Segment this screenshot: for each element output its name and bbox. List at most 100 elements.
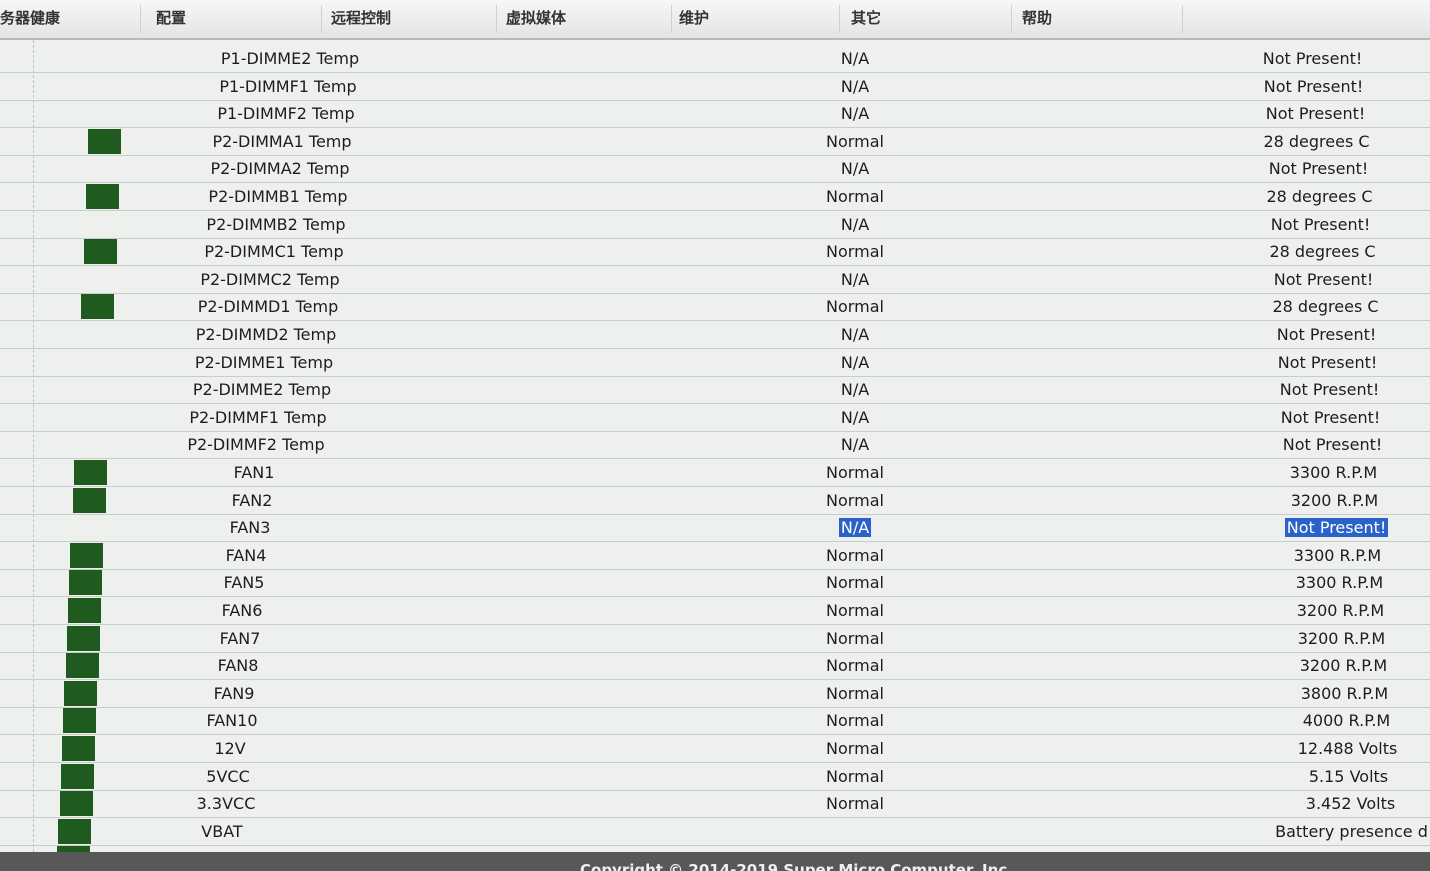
table-row[interactable]: P2-DIMMC2 Temp N/A Not Present! [0,266,1430,294]
sensor-status-text: Normal [826,711,884,731]
table-row[interactable]: FAN1 Normal 3300 R.P.M [0,459,1430,487]
sensor-reading: Not Present! [1208,100,1423,127]
sensor-reading-text: Not Present! [1282,435,1383,455]
health-indicator [67,625,100,651]
health-indicator [63,708,96,734]
sensor-status: N/A [800,404,910,431]
sensor-reading-text: 3200 R.P.M [1296,601,1385,620]
sensor-status-text: N/A [840,214,870,234]
sensor-status-text: Normal [826,601,884,620]
table-row[interactable]: P2-DIMME2 Temp N/A Not Present! [0,376,1430,405]
table-row[interactable]: VBAT Battery presence d [0,818,1430,846]
sensor-status: Normal [800,128,910,155]
menu-server-health[interactable]: 务器健康 [0,5,141,33]
menu-configuration[interactable]: 配置 [150,5,322,33]
sensor-reading-text: Battery presence d [1275,821,1428,841]
sensor-name: FAN8 [217,656,259,676]
sensor-status-text: N/A [840,407,870,427]
table-row[interactable]: P1-DIMMF1 Temp N/A Not Present! [0,73,1430,101]
table-row[interactable]: P2-DIMMB1 Temp Normal 28 degrees C [0,183,1430,211]
sensor-status: N/A [800,73,910,100]
sensor-name: P2-DIMME1 Temp [194,352,334,372]
table-row[interactable]: FAN6 Normal 3200 R.P.M [0,597,1430,625]
table-row[interactable]: FAN7 Normal 3200 R.P.M [0,625,1430,653]
sensor-name: FAN9 [213,683,255,703]
table-row[interactable]: P2-DIMME1 Temp N/A Not Present! [0,349,1430,377]
health-indicator [68,598,101,623]
sensor-name: Vcpu1 [90,845,350,852]
sensor-reading: 3200 R.P.M [1236,652,1430,679]
sensor-name: P2-DIMMB2 Temp [206,214,346,234]
sensor-reading-text: 3200 R.P.M [1290,490,1379,510]
sensor-status: N/A [800,514,910,541]
table-row[interactable]: 12V Normal 12.488 Volts [0,735,1430,763]
sensor-status: Normal [800,569,910,596]
sensor-status-text: N/A [840,352,870,372]
sensor-status: Normal [800,238,910,265]
top-menu-bar: 务器健康 配置 远程控制 虚拟媒体 维护 其它 帮助 [0,0,1430,40]
sensor-status-text: Normal [826,490,884,510]
health-indicator [86,184,119,209]
sensor-reading-text: Not Present! [1273,269,1374,289]
table-row[interactable]: FAN10 Normal 4000 R.P.M [0,707,1430,736]
sensor-status: Normal [800,707,910,734]
sensor-status: Normal [800,597,910,624]
sensor-name: P1-DIMMF1 Temp [219,76,357,96]
sensor-name: P2-DIMMC2 Temp [200,269,340,289]
menu-remote-control[interactable]: 远程控制 [325,5,497,33]
table-row[interactable]: FAN3 N/A Not Present! [0,514,1430,543]
table-row[interactable]: FAN8 Normal 3200 R.P.M [0,652,1430,681]
menu-help[interactable]: 帮助 [1016,5,1183,33]
sensor-reading: Not Present! [1211,155,1426,182]
sensor-reading-text: Not Present! [1280,407,1381,427]
sensor-reading: 3300 R.P.M [1230,542,1430,569]
table-row[interactable]: P2-DIMMA1 Temp Normal 28 degrees C [0,128,1430,156]
table-row[interactable]: FAN9 Normal 3800 R.P.M [0,680,1430,708]
sensor-reading-text: 28 degrees C [1266,187,1373,206]
menu-miscellaneous[interactable]: 其它 [845,5,1012,33]
table-row[interactable]: P2-DIMMC1 Temp Normal 28 degrees C [0,238,1430,267]
table-row[interactable]: P1-DIMMF2 Temp N/A Not Present! [0,100,1430,129]
table-row[interactable]: P2-DIMMF1 Temp N/A Not Present! [0,404,1430,432]
sensor-status [800,818,910,845]
sensor-reading: 4000 R.P.M [1239,707,1430,734]
table-row[interactable]: FAN4 Normal 3300 R.P.M [0,542,1430,570]
sensor-reading: 28 degrees C [1209,128,1424,155]
table-row[interactable]: 3.3VCC Normal 3.452 Volts [0,790,1430,819]
table-row[interactable]: P2-DIMMA2 Temp N/A Not Present! [0,155,1430,184]
menu-virtual-media[interactable]: 虚拟媒体 [500,5,672,33]
sensor-status: Normal [800,459,910,486]
table-row[interactable]: 5VCC Normal 5.15 Volts [0,763,1430,791]
sensor-status-text: N/A [840,325,870,344]
sensor-status-text: N/A [840,269,870,289]
table-row[interactable]: FAN5 Normal 3300 R.P.M [0,569,1430,598]
sensor-status-text: Normal [826,794,884,814]
sensor-reading: Battery presence d [1244,818,1430,845]
sensor-reading: Not Present! [1220,349,1430,376]
sensor-status: Normal [800,735,910,762]
table-row[interactable]: P1-DIMME2 Temp N/A Not Present! [0,45,1430,73]
sensor-reading-text: 3300 R.P.M [1295,573,1384,593]
sensor-status-text: Normal [826,766,884,786]
sensor-reading-text: 3200 R.P.M [1297,628,1386,648]
sensor-status: Normal [800,845,910,852]
sensor-reading: 3200 R.P.M [1227,487,1430,514]
sensor-status: N/A [800,266,910,293]
table-row[interactable]: FAN2 Normal 3200 R.P.M [0,487,1430,515]
sensor-reading-text: Not Present! [1270,214,1371,234]
table-row[interactable]: P2-DIMMB2 Temp N/A Not Present! [0,211,1430,239]
sensor-reading: 3800 R.P.M [1237,680,1430,707]
copyright-text: Copyright © 2014-2019 Super Micro Comput… [580,861,1013,871]
table-row[interactable]: Vcpu1 Normal 1.794 Volts [0,845,1430,852]
health-indicator [69,570,102,596]
sensor-status-text: Normal [826,297,884,317]
table-row[interactable]: P2-DIMMD2 Temp N/A Not Present! [0,321,1430,349]
sensor-reading-text: 3.452 Volts [1305,794,1396,814]
table-row[interactable]: P2-DIMMF2 Temp N/A Not Present! [0,431,1430,460]
sensor-status: Normal [800,652,910,679]
table-row[interactable]: P2-DIMMD1 Temp Normal 28 degrees C [0,293,1430,322]
sensor-name: P2-DIMMD1 Temp [197,297,339,317]
menu-maintenance[interactable]: 维护 [673,5,840,33]
sensor-status-text: Normal [826,131,884,151]
sensor-reading: Not Present! [1225,431,1430,458]
